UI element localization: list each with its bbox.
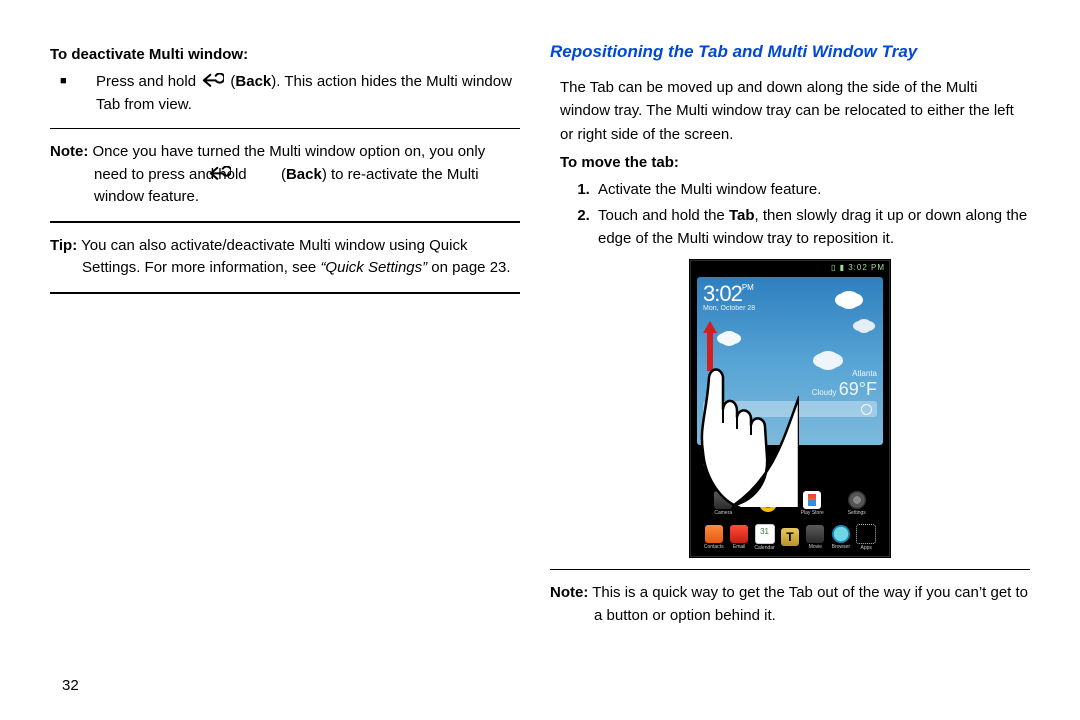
note-back-label: Back	[286, 166, 322, 183]
dock-item-movie: Movie	[803, 525, 828, 550]
dock-label: Camera	[714, 510, 732, 516]
note-block: Note: Once you have turned the Multi win…	[50, 141, 520, 209]
apps-icon	[856, 524, 876, 544]
page-number: 32	[62, 677, 79, 694]
dock-item-t: T	[777, 528, 802, 547]
status-icons: ▯ ▮ 3:02 PM	[831, 263, 885, 272]
note-block-right: Note: This is a quick way to get the Tab…	[550, 582, 1030, 627]
dock-item-calendar: 31Calendar	[752, 524, 777, 551]
divider-thick	[50, 292, 520, 294]
figure-statusbar: ▯ ▮ 3:02 PM	[691, 261, 889, 277]
email-icon	[730, 525, 748, 543]
dock-item-settings: Settings	[843, 491, 871, 516]
movie-icon	[806, 525, 824, 543]
back-icon	[202, 73, 224, 87]
deactivate-bullet-item: Press and hold (Back). This action hides…	[78, 71, 520, 116]
move-tab-steps: Activate the Multi window feature. Touch…	[550, 179, 1030, 251]
tip-tail: on page 23.	[427, 259, 510, 276]
clock-date: Mon, October 28	[703, 305, 755, 312]
clock-widget: 3:02PM Mon, October 28	[703, 283, 755, 312]
contacts-icon	[705, 525, 723, 543]
deactivate-bullets: Press and hold (Back). This action hides…	[50, 71, 520, 116]
status-time: 3:02 PM	[848, 263, 885, 272]
section-title: Repositioning the Tab and Multi Window T…	[550, 42, 1030, 62]
dock-item-apps: Apps	[854, 524, 879, 551]
dock-row-2: Contacts Email 31Calendar T Movie Browse…	[697, 520, 883, 554]
dock-item-contacts: Contacts	[701, 525, 726, 550]
deactivate-heading: To deactivate Multi window:	[50, 46, 520, 63]
note-body: This is a quick way to get the Tab out o…	[588, 584, 1028, 624]
intro-paragraph: The Tab can be moved up and down along t…	[550, 76, 1030, 146]
dock-label: Browser	[832, 544, 850, 550]
weather-city: Atlanta	[812, 369, 877, 379]
manual-page: To deactivate Multi window: Press and ho…	[0, 0, 1080, 720]
dock-item-browser: Browser	[828, 525, 853, 550]
divider-thick	[50, 221, 520, 223]
step-1: Activate the Multi window feature.	[594, 179, 1030, 202]
weather-temp: 69°F	[839, 379, 877, 399]
move-tab-heading: To move the tab:	[550, 154, 1030, 171]
dock-label: Settings	[848, 510, 866, 516]
note-label: Note:	[550, 584, 588, 601]
browser-icon	[832, 525, 850, 543]
figure-move-tab: ▯ ▮ 3:02 PM 3:02PM Mon, October 28 Atlan…	[690, 260, 890, 557]
tip-label: Tip:	[50, 237, 77, 254]
left-column: To deactivate Multi window: Press and ho…	[50, 42, 540, 700]
dock-label: Calendar	[754, 545, 774, 551]
tip-link: “Quick Settings”	[320, 259, 427, 276]
dock-label: Movie	[809, 544, 822, 550]
clock-time: 3:02	[703, 281, 742, 306]
play-store-icon	[803, 491, 821, 509]
divider	[50, 128, 520, 129]
step-1-text: Activate the Multi window feature.	[598, 181, 821, 198]
bullet-text-pre: Press and hold	[96, 73, 200, 90]
note-label: Note:	[50, 143, 88, 160]
gear-icon	[848, 491, 866, 509]
tip-block: Tip: You can also activate/deactivate Mu…	[50, 235, 520, 280]
t-icon: T	[781, 528, 799, 546]
clock-ampm: PM	[742, 283, 754, 292]
hand-gesture-icon	[690, 357, 799, 507]
back-icon	[253, 166, 275, 180]
bullet-back-label: Back	[235, 73, 271, 90]
dock-label: Contacts	[704, 544, 724, 550]
step-2: Touch and hold the Tab, then slowly drag…	[594, 205, 1030, 250]
dock-label: Play Store	[801, 510, 824, 516]
weather-widget: Atlanta Cloudy 69°F	[812, 369, 877, 400]
dock-label: Email	[733, 544, 746, 550]
dock-item-playstore: Play Store	[798, 491, 826, 516]
divider	[550, 569, 1030, 570]
dock-item-email: Email	[726, 525, 751, 550]
weather-cond: Cloudy	[812, 388, 837, 397]
right-column: Repositioning the Tab and Multi Window T…	[540, 42, 1030, 700]
calendar-icon: 31	[755, 524, 775, 544]
step-2-bold: Tab	[729, 207, 755, 224]
dock-label: Apps	[861, 545, 872, 551]
step-2-pre: Touch and hold the	[598, 207, 729, 224]
